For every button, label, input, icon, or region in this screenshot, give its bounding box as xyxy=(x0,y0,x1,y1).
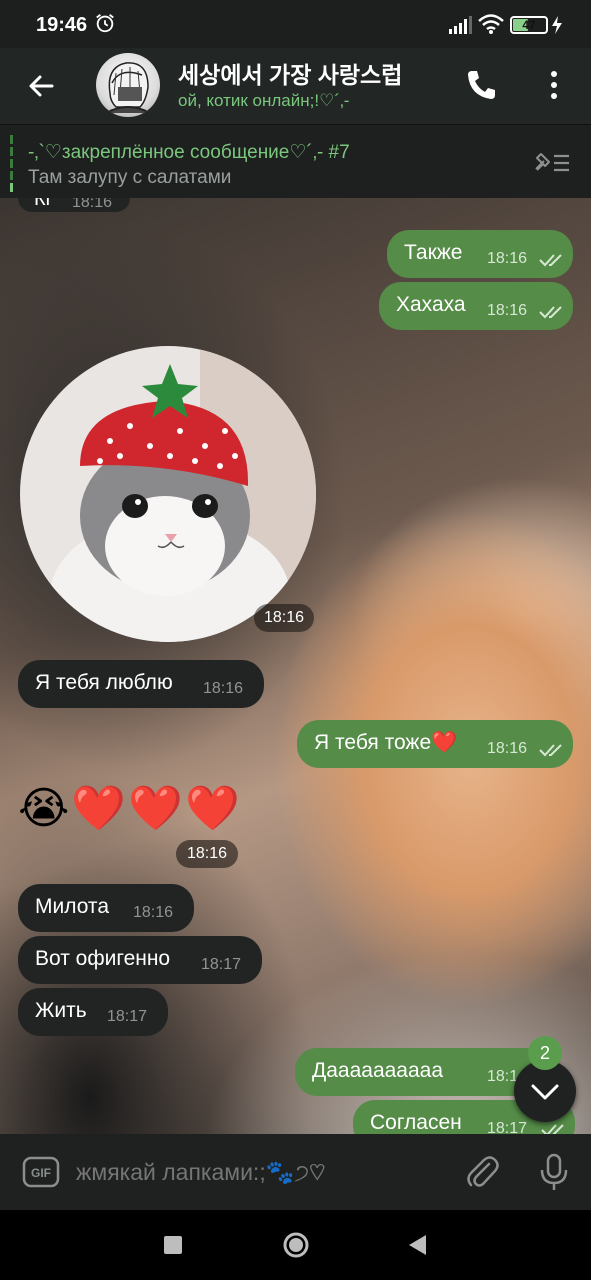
message-time: 18:16 xyxy=(72,198,113,211)
message-text: Я тебя люблю xyxy=(35,671,173,694)
message-time: 18:16 xyxy=(487,302,528,319)
message-input-bar: GIF xyxy=(0,1134,591,1210)
microphone-icon[interactable] xyxy=(536,1152,572,1192)
message-text: Даааааааааа xyxy=(312,1059,444,1082)
message-bubble-out[interactable]: Также 18:16 xyxy=(387,230,573,278)
double-check-icon xyxy=(539,306,562,319)
chat-header: 세상에서 가장 사랑스럽 ой, котик онлайн;!♡´‚- xyxy=(0,48,591,124)
message-text: Согласен xyxy=(370,1111,462,1134)
avatar[interactable] xyxy=(96,53,160,117)
pinned-text: Там залупу с салатами xyxy=(28,167,232,188)
pinned-message-bar[interactable]: -‚`♡закреплённое сообщение♡´‚- #7 Там за… xyxy=(0,124,591,198)
svg-text:GIF: GIF xyxy=(31,1166,51,1180)
message-text: Кі xyxy=(34,198,51,210)
message-text: Милота xyxy=(35,895,109,918)
home-icon[interactable] xyxy=(282,1231,310,1259)
message-time: 18:16 xyxy=(487,250,528,267)
message-time: 18:16 xyxy=(203,680,244,697)
unread-count-badge: 2 xyxy=(528,1036,562,1070)
double-check-icon xyxy=(539,744,562,757)
message-bubble-in[interactable]: Жить 18:17 xyxy=(18,988,168,1036)
message-time: 18:16 xyxy=(487,740,528,757)
message-bubble-out[interactable]: Я тебя тоже❤️ 18:16 xyxy=(297,720,573,768)
chat-title[interactable]: 세상에서 가장 사랑스럽 xyxy=(178,56,448,90)
message-bubble-out[interactable]: Хахаха 18:16 xyxy=(379,282,573,330)
message-time: 18:16 xyxy=(176,840,238,868)
message-time: 18:16 xyxy=(133,904,174,921)
message-time: 18:17 xyxy=(201,956,242,973)
attach-paperclip-icon[interactable] xyxy=(465,1154,501,1192)
message-bubble-in[interactable]: Я тебя люблю 18:16 xyxy=(18,660,264,708)
status-bar: 19:46 47 xyxy=(0,0,591,48)
message-text: Я тебя тоже❤️ xyxy=(314,731,458,754)
message-bubble-in[interactable]: Вот офигенно 18:17 xyxy=(18,936,262,984)
alarm-icon xyxy=(96,14,114,33)
status-time: 19:46 xyxy=(36,14,88,36)
back-arrow-icon[interactable] xyxy=(22,66,62,106)
signal-icon xyxy=(449,16,472,34)
double-check-icon xyxy=(539,254,562,267)
message-time: 18:17 xyxy=(107,1008,148,1025)
cat-video-thumbnail-icon xyxy=(20,346,316,642)
avatar-drawing-icon xyxy=(105,62,151,114)
phone-icon[interactable] xyxy=(465,68,499,102)
message-bubble-in[interactable]: Милота 18:16 xyxy=(18,884,194,932)
message-bubble-partial[interactable]: Кі 18:16 xyxy=(18,198,130,212)
pinned-list-icon[interactable] xyxy=(532,149,572,177)
charging-bolt-icon xyxy=(552,16,562,34)
system-navigation-bar xyxy=(0,1210,591,1280)
emoji-message[interactable]: 😭❤️❤️❤️ xyxy=(18,782,242,834)
message-input[interactable] xyxy=(76,1154,446,1190)
chat-status: ой, котик онлайн;!♡´‚- xyxy=(178,91,350,110)
wifi-icon xyxy=(478,14,504,34)
message-text: Жить xyxy=(35,999,87,1022)
message-time: 18:16 xyxy=(254,604,314,632)
pinned-title: -‚`♡закреплённое сообщение♡´‚- #7 xyxy=(28,142,350,163)
pinned-position-indicator xyxy=(10,135,13,192)
recent-apps-icon[interactable] xyxy=(164,1236,182,1254)
gif-icon[interactable]: GIF xyxy=(22,1156,60,1188)
video-message[interactable] xyxy=(20,346,316,642)
battery-icon: 47 xyxy=(510,16,548,34)
message-text: Вот офигенно xyxy=(35,947,171,970)
nav-back-icon[interactable] xyxy=(406,1233,428,1257)
message-text: Также xyxy=(404,241,463,264)
battery-percent: 47 xyxy=(522,18,536,32)
message-text: Хахаха xyxy=(396,293,466,316)
more-vertical-icon[interactable] xyxy=(540,68,568,102)
